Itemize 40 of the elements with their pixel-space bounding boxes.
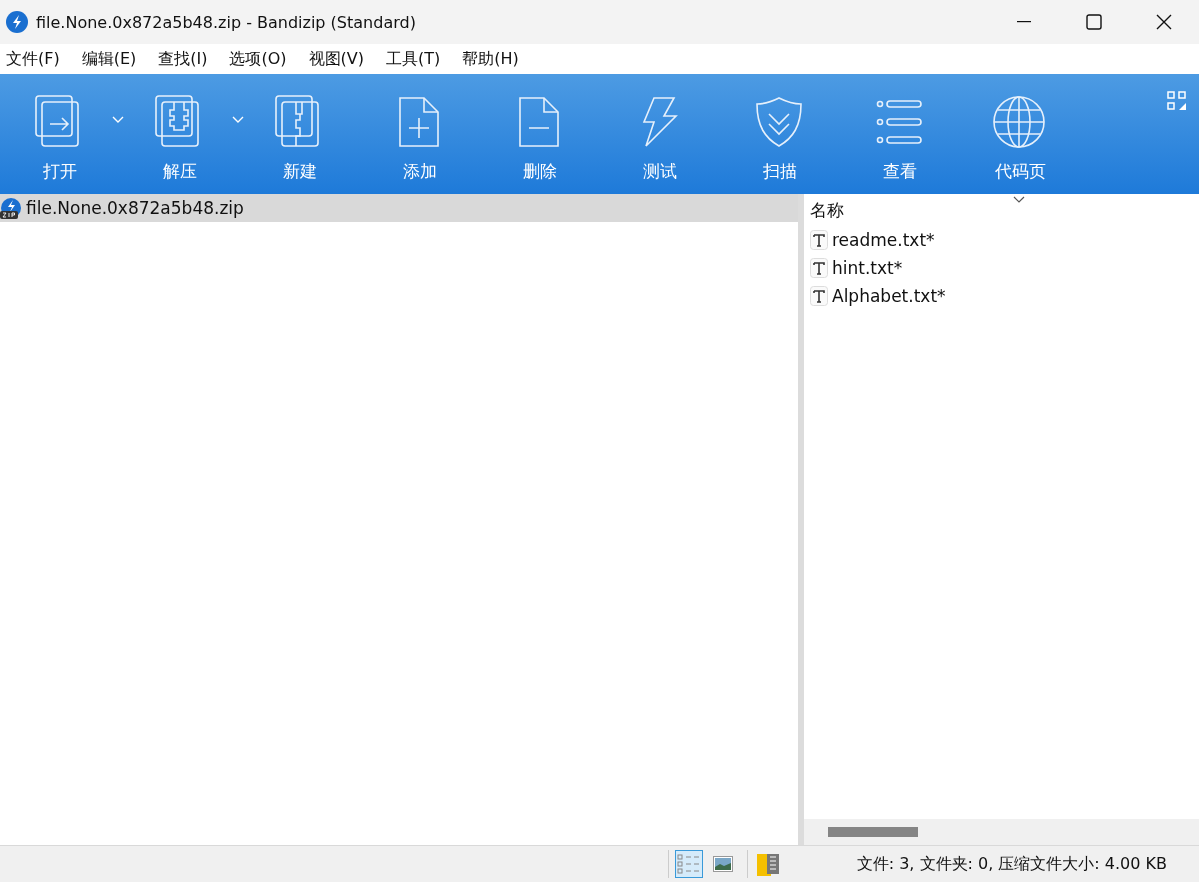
tree-item[interactable]: file.None.0x872a5b48.zip <box>0 194 798 222</box>
menu-item[interactable]: 编辑(E) <box>75 48 147 70</box>
file-name[interactable]: Alphabet.txt* <box>832 286 946 306</box>
toolbar-button[interactable]: 新建 <box>240 74 360 194</box>
menu-item[interactable]: 视图(V) <box>302 48 374 70</box>
globe-icon <box>992 94 1048 150</box>
image-icon <box>713 856 733 872</box>
layout-grid-icon[interactable] <box>1167 91 1187 111</box>
maximize-icon <box>1086 14 1102 30</box>
text-file-icon <box>810 258 828 278</box>
window-title: file.None.0x872a5b48.zip - Bandizip (Standard) <box>36 12 417 32</box>
status-text: 文件: 3, 文件夹: 0, 压缩文件大小: 4.00 KB <box>856 853 1167 875</box>
toolbar-button[interactable]: 扫描 <box>720 74 840 194</box>
details-view-button[interactable] <box>675 850 703 878</box>
list-view-icon <box>677 854 701 874</box>
toolbar-button[interactable]: 代码页 <box>960 74 1080 194</box>
caret-icon[interactable] <box>1013 196 1025 204</box>
menu-item[interactable]: 文件(F) <box>0 48 70 70</box>
toolbar-button[interactable]: 测试 <box>600 74 720 194</box>
folder-zip-icon <box>756 851 780 877</box>
menu-item[interactable]: 查找(I) <box>152 48 218 70</box>
toolbar-button[interactable]: 删除 <box>480 74 600 194</box>
toolbar-button[interactable]: 查看 <box>840 74 960 194</box>
toolbar-button[interactable]: 添加 <box>360 74 480 194</box>
toolbar-button[interactable]: 解压 <box>120 74 240 194</box>
minimize-icon <box>1017 21 1031 23</box>
menu-item[interactable]: 选项(O) <box>223 48 297 70</box>
menu-item[interactable]: 工具(T) <box>380 48 451 70</box>
zip-archive-icon <box>0 197 22 219</box>
toolbar-button[interactable]: 打开 <box>0 74 120 194</box>
horizontal-scrollbar[interactable] <box>804 819 1199 845</box>
menu-item[interactable]: 帮助(H) <box>456 48 529 70</box>
column-header[interactable]: 名称 <box>804 194 1199 226</box>
close-icon <box>1156 14 1172 30</box>
text-file-icon <box>810 286 828 306</box>
text-file-icon <box>810 230 828 250</box>
file-name[interactable]: hint.txt* <box>832 258 903 278</box>
scrollbar-thumb[interactable] <box>828 827 918 837</box>
app-logo-icon <box>6 11 28 33</box>
file-name[interactable]: readme.txt* <box>832 230 935 250</box>
